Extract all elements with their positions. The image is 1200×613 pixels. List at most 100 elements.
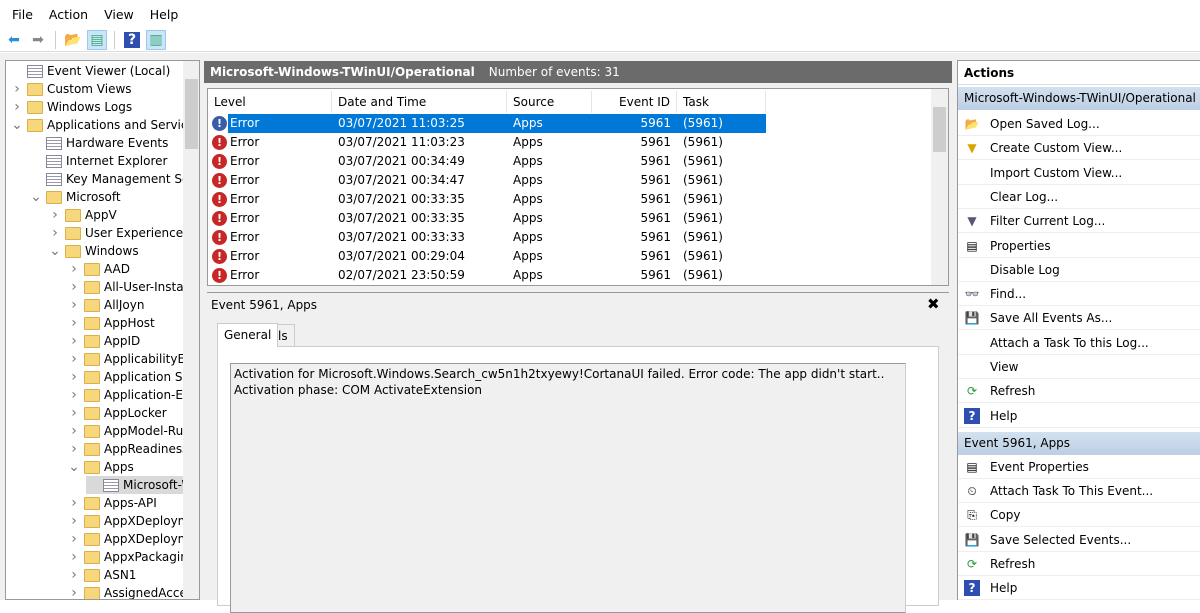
events-scrollbar[interactable]: [931, 89, 948, 285]
chevron-down-icon[interactable]: ⌄: [67, 459, 81, 475]
chevron-right-icon[interactable]: ›: [67, 369, 81, 385]
actions-section-header[interactable]: Microsoft-Windows-TWinUI/Operational: [958, 87, 1200, 110]
tree-item[interactable]: › Windows Logs: [10, 98, 132, 116]
chevron-right-icon[interactable]: ›: [67, 585, 81, 599]
tree-item[interactable]: ›ApplicabilityEngine: [67, 350, 199, 368]
tree-item[interactable]: Key Management Service: [29, 170, 199, 188]
chevron-right-icon[interactable]: ›: [48, 225, 62, 241]
chevron-right-icon[interactable]: ›: [67, 279, 81, 295]
show-hide-tree-button[interactable]: ▤: [87, 29, 107, 50]
column-header[interactable]: Task Category: [677, 91, 766, 131]
tree-item[interactable]: › AAD: [67, 260, 130, 278]
action-attach-a-task-to-this-log[interactable]: Attach a Task To this Log...: [958, 331, 1200, 355]
column-header[interactable]: Level: [208, 91, 332, 113]
tree-item[interactable]: ›Application Server-Applications: [67, 368, 199, 386]
chevron-right-icon[interactable]: ›: [67, 297, 81, 313]
action-save-all-events-as[interactable]: 💾 Save All Events As...: [958, 306, 1200, 331]
event-description[interactable]: Activation for Microsoft.Windows.Search_…: [230, 363, 906, 613]
tree-item[interactable]: › AppReadiness: [67, 440, 188, 458]
action-disable-log[interactable]: Disable Log: [958, 258, 1200, 282]
event-row[interactable]: ! Error 03/07/2021 00:34:47 Apps 5961 (5961): [208, 171, 768, 190]
action-refresh[interactable]: ⟳ Refresh: [958, 552, 1200, 576]
chevron-right-icon[interactable]: ›: [10, 99, 24, 115]
menu-view[interactable]: View: [96, 7, 142, 22]
action-refresh[interactable]: ⟳ Refresh: [958, 379, 1200, 404]
chevron-right-icon[interactable]: ›: [67, 441, 81, 457]
tree-item[interactable]: ⌄ Microsoft: [29, 188, 120, 206]
column-header[interactable]: Date and Time: [332, 91, 507, 113]
scroll-thumb[interactable]: [185, 79, 198, 149]
menu-help[interactable]: Help: [142, 7, 187, 22]
action-find[interactable]: 👓 Find...: [958, 282, 1200, 307]
forward-arrow-button[interactable]: ➡: [28, 30, 48, 50]
tree-item[interactable]: ›User Experience Virtualization: [48, 224, 199, 242]
back-arrow-button[interactable]: ⬅: [4, 30, 24, 50]
event-row[interactable]: ! Error 03/07/2021 00:29:04 Apps 5961 (5961): [208, 247, 768, 266]
chevron-right-icon[interactable]: ›: [67, 531, 81, 547]
chevron-right-icon[interactable]: ›: [67, 423, 81, 439]
action-import-custom-view[interactable]: Import Custom View...: [958, 161, 1200, 185]
tree-item[interactable]: › AppXDeployment: [67, 512, 199, 530]
chevron-right-icon[interactable]: ›: [67, 513, 81, 529]
event-row[interactable]: ! Error 03/07/2021 00:33:33 Apps 5961 (5961): [208, 228, 768, 247]
chevron-right-icon[interactable]: ›: [67, 261, 81, 277]
tree-item[interactable]: › AppLocker: [67, 404, 167, 422]
chevron-down-icon[interactable]: ⌄: [29, 189, 43, 205]
chevron-right-icon[interactable]: ›: [67, 549, 81, 565]
column-header[interactable]: Source: [507, 91, 592, 113]
chevron-right-icon[interactable]: ›: [67, 405, 81, 421]
action-copy[interactable]: ⎘ Copy: [958, 503, 1200, 528]
chevron-right-icon[interactable]: ›: [10, 81, 24, 97]
tree-item[interactable]: › AppID: [67, 332, 140, 350]
tab-general[interactable]: General: [217, 323, 279, 347]
actions-section-header[interactable]: Event 5961, Apps: [958, 431, 1200, 455]
chevron-down-icon[interactable]: ⌄: [48, 243, 62, 259]
action-save-selected-events[interactable]: 💾 Save Selected Events...: [958, 528, 1200, 552]
menu-action[interactable]: Action: [41, 7, 96, 22]
event-row[interactable]: ! Error 03/07/2021 00:34:49 Apps 5961 (5961): [208, 152, 768, 171]
chevron-down-icon[interactable]: ⌄: [10, 117, 24, 133]
action-attach-task-to-this-event[interactable]: ⏲ Attach Task To This Event...: [958, 479, 1200, 504]
tree-item[interactable]: › AssignedAccess: [67, 584, 199, 599]
column-header[interactable]: Event ID: [592, 91, 677, 113]
tree-item[interactable]: ›AppxPackagingOM: [67, 548, 199, 566]
tree-item[interactable]: Hardware Events: [29, 134, 168, 152]
tree-scrollbar[interactable]: [183, 61, 199, 599]
tree-item[interactable]: › ASN1: [67, 566, 136, 584]
up-folder-button[interactable]: 📂: [63, 30, 83, 50]
chevron-right-icon[interactable]: ›: [67, 567, 81, 583]
tree-item[interactable]: Internet Explorer: [29, 152, 167, 170]
tree-item[interactable]: › Custom Views: [10, 80, 131, 98]
tree-item[interactable]: ⌄ Applications and Services Logs: [10, 116, 199, 134]
action-help[interactable]: ? Help: [958, 404, 1200, 428]
tree-item[interactable]: ›AppModel-Runtime: [67, 422, 199, 440]
chevron-right-icon[interactable]: ›: [67, 315, 81, 331]
tree-item[interactable]: ›Application-Experience: [67, 386, 199, 404]
event-row[interactable]: ! Error 03/07/2021 11:03:25 Apps 5961 (5961): [208, 114, 768, 133]
event-row[interactable]: ! Error 03/07/2021 00:33:35 Apps 5961 (5961): [208, 190, 768, 209]
close-icon[interactable]: ✖: [927, 295, 940, 313]
help-button[interactable]: ?: [122, 30, 142, 50]
chevron-right-icon[interactable]: ›: [67, 495, 81, 511]
action-filter-current-log[interactable]: ▼ Filter Current Log...: [958, 209, 1200, 234]
menu-file[interactable]: File: [4, 7, 41, 22]
tree-item[interactable]: › AppV: [48, 206, 116, 224]
chevron-right-icon[interactable]: ›: [67, 351, 81, 367]
tree-item[interactable]: ⌄ Windows: [48, 242, 138, 260]
action-properties[interactable]: ▤ Properties: [958, 234, 1200, 258]
action-event-properties[interactable]: ▤ Event Properties: [958, 455, 1200, 479]
tree-item[interactable]: › Apps-API: [67, 494, 157, 512]
action-view[interactable]: View: [958, 355, 1200, 379]
tree-item[interactable]: › AppHost: [67, 314, 155, 332]
event-row[interactable]: ! Error 02/07/2021 23:50:59 Apps 5961 (5961): [208, 266, 768, 285]
chevron-right-icon[interactable]: ›: [48, 207, 62, 223]
action-clear-log[interactable]: Clear Log...: [958, 185, 1200, 209]
chevron-right-icon[interactable]: ›: [67, 333, 81, 349]
scroll-thumb[interactable]: [933, 107, 946, 152]
chevron-right-icon[interactable]: ›: [67, 387, 81, 403]
action-create-custom-view[interactable]: ▼ Create Custom View...: [958, 136, 1200, 161]
show-hide-action-pane-button[interactable]: ▥: [146, 29, 166, 50]
tree-item[interactable]: ›AppXDeployment-Server: [67, 530, 199, 548]
tree-item[interactable]: › AllJoyn: [67, 296, 144, 314]
tree-item[interactable]: ⌄ Apps: [67, 458, 134, 476]
